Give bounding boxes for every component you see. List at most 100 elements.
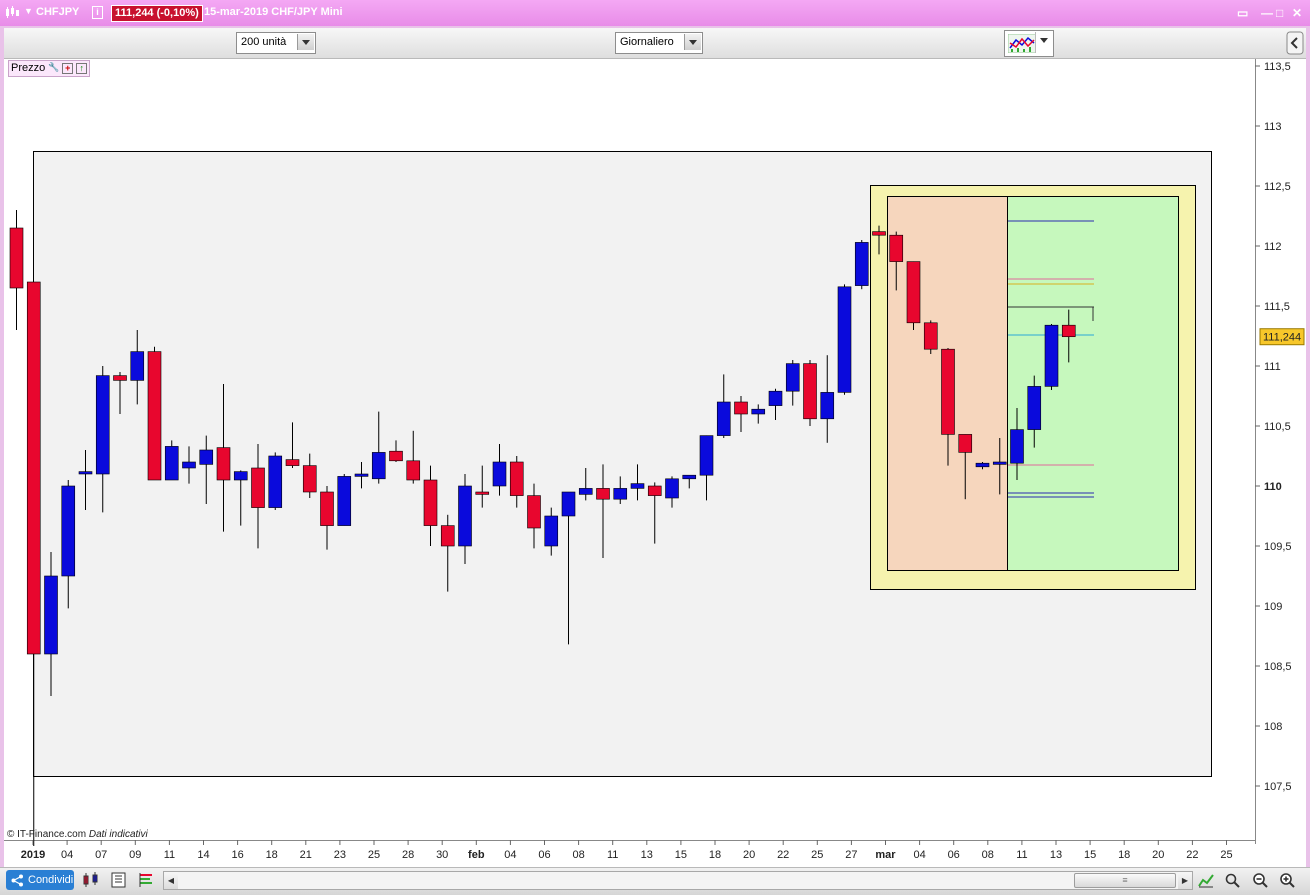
- x-tick-label: 08: [982, 849, 994, 861]
- candle-body: [923, 322, 938, 350]
- bar-chart-icon[interactable]: [138, 872, 154, 888]
- x-tick-label: 25: [368, 849, 380, 861]
- x-tick-label: 21: [300, 849, 312, 861]
- candle-body: [647, 485, 662, 496]
- bottom-toolbar: Condividi ◀ ≡ ▶: [0, 867, 1310, 895]
- x-tick-label: 20: [1152, 849, 1164, 861]
- x-tick-label: 25: [811, 849, 823, 861]
- candlestick-style-icon[interactable]: [82, 872, 102, 888]
- candle-body: [61, 485, 76, 577]
- symbol-dropdown-icon[interactable]: ▼: [24, 6, 33, 16]
- x-tick-label: 18: [1118, 849, 1130, 861]
- period-select-value: Giornaliero: [620, 36, 674, 48]
- candle-body: [130, 351, 145, 381]
- share-button[interactable]: Condividi: [6, 870, 74, 890]
- horizontal-scrollbar[interactable]: ◀ ≡ ▶: [163, 871, 1193, 890]
- copyright-notice: © IT-Finance.com Dati indicativi: [7, 829, 148, 840]
- window-title: 15-mar-2019 CHF/JPY Mini: [204, 6, 343, 18]
- chevron-down-icon[interactable]: [684, 34, 701, 50]
- y-tick-label: 109: [1264, 601, 1282, 613]
- candle-body: [527, 495, 541, 529]
- x-tick-label: 09: [129, 849, 141, 861]
- x-tick-label: 18: [266, 849, 278, 861]
- period-select[interactable]: Giornaliero: [615, 32, 703, 54]
- x-tick-label: 07: [95, 849, 107, 861]
- candle-body: [1010, 429, 1024, 464]
- x-tick-label: 16: [231, 849, 243, 861]
- x-tick-label: 04: [504, 849, 516, 861]
- info-icon[interactable]: i: [92, 6, 103, 19]
- share-icon: [11, 874, 23, 887]
- candle-body: [665, 478, 679, 499]
- price-chart[interactable]: 113,5 113 112,5 112 111,5 111 110,5 110 109,5 109…: [4, 59, 1306, 867]
- minimize-button[interactable]: —: [1261, 6, 1273, 20]
- candle-body: [199, 449, 214, 465]
- x-tick-label: 20: [743, 849, 755, 861]
- x-tick-label: 28: [402, 849, 414, 861]
- candle-body: [268, 455, 283, 508]
- y-tick-label: 111,5: [1264, 301, 1290, 313]
- expand-panel-icon[interactable]: ↑: [76, 63, 88, 74]
- candle-body: [613, 488, 628, 500]
- candle-body: [216, 447, 231, 481]
- indicators-chart-icon: [1008, 34, 1036, 53]
- candle-body: [354, 473, 369, 477]
- candle-body: [113, 375, 127, 381]
- close-button[interactable]: ✕: [1292, 6, 1302, 20]
- chart-toolbar: 200 unità Giornaliero: [4, 28, 1306, 59]
- candle-body: [164, 446, 179, 481]
- scroll-left-button[interactable]: ◀: [164, 872, 178, 889]
- units-select[interactable]: 200 unità: [236, 32, 316, 54]
- x-tick-label: 30: [436, 849, 448, 861]
- x-tick-label: 18: [709, 849, 721, 861]
- candle-body: [233, 471, 248, 481]
- indicators-button[interactable]: [1004, 30, 1054, 57]
- maximize-button[interactable]: □: [1276, 6, 1283, 20]
- x-tick-label: feb: [468, 849, 485, 861]
- y-tick-label: 112: [1264, 241, 1282, 253]
- candle-body: [182, 461, 196, 469]
- x-tick-label: 15: [1084, 849, 1096, 861]
- candle-body: [768, 390, 783, 406]
- list-icon[interactable]: [111, 872, 127, 888]
- green-zone: [1007, 196, 1179, 571]
- share-button-label: Condividi: [28, 874, 74, 886]
- scroll-right-button[interactable]: ▶: [1178, 872, 1192, 889]
- candle-body: [561, 491, 576, 517]
- chevron-down-icon[interactable]: [297, 34, 314, 50]
- chevron-down-icon[interactable]: [1035, 32, 1052, 53]
- candle-body: [1044, 324, 1059, 387]
- chart-area[interactable]: 113,5 113 112,5 112 111,5 111 110,5 110 109,5 109…: [4, 59, 1306, 867]
- zoom-in-icon[interactable]: [1279, 872, 1295, 888]
- y-tick-label: 107,5: [1264, 781, 1292, 793]
- candle-body: [509, 461, 524, 496]
- add-indicator-icon[interactable]: +: [62, 63, 74, 74]
- scroll-thumb[interactable]: ≡: [1074, 873, 1176, 888]
- x-tick-label: 11: [607, 849, 618, 861]
- candle-body: [941, 348, 955, 435]
- copyright-text: © IT-Finance.com: [7, 829, 87, 840]
- candle-body: [699, 435, 714, 476]
- zoom-fit-icon[interactable]: [1224, 872, 1240, 888]
- zoom-out-icon[interactable]: [1252, 872, 1268, 888]
- current-price-tag-label: 111,244: [1263, 332, 1301, 344]
- symbol-name[interactable]: CHFJPY: [36, 6, 79, 18]
- side-panel-toggle-icon[interactable]: [1286, 31, 1304, 55]
- auto-scale-icon[interactable]: [1198, 872, 1214, 888]
- x-tick-label: 13: [1050, 849, 1062, 861]
- x-tick-label: 15: [675, 849, 687, 861]
- y-tick-label: 110,5: [1264, 421, 1291, 433]
- candle-body: [958, 434, 973, 453]
- panel-label-text: Prezzo: [11, 62, 46, 74]
- candle-body: [992, 461, 1007, 465]
- y-tick-label: 112,5: [1264, 181, 1291, 193]
- candle-body: [302, 465, 317, 493]
- panel-price-label[interactable]: Prezzo 🔧 + ↑: [8, 60, 91, 77]
- candle-body: [371, 452, 386, 480]
- candle-body: [389, 450, 403, 462]
- window-titlebar: ▼ CHFJPY i 111,244 (-0,10%) 15-mar-2019 …: [0, 0, 1310, 26]
- x-tick-label: 22: [1186, 849, 1198, 861]
- wrench-icon[interactable]: 🔧: [48, 63, 59, 74]
- keyboard-icon[interactable]: ▭: [1237, 6, 1248, 20]
- x-tick-label: 04: [913, 849, 925, 861]
